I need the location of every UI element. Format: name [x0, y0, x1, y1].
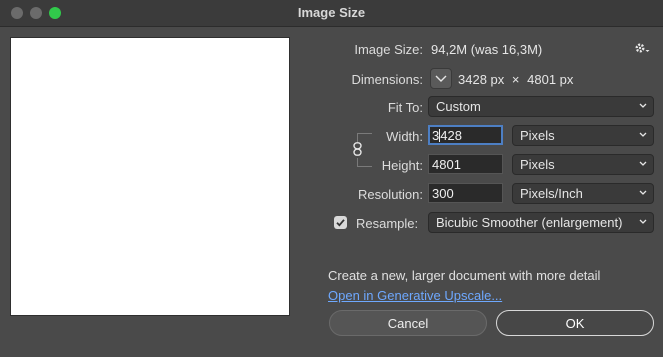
height-field[interactable]: 4801: [428, 154, 503, 174]
dimensions-toggle-button[interactable]: [430, 68, 452, 89]
fit-to-select[interactable]: Custom: [428, 96, 654, 117]
dimensions-width-value: 3428: [458, 72, 487, 87]
resample-method-select[interactable]: Bicubic Smoother (enlargement): [428, 212, 654, 233]
checkmark-icon: [336, 219, 345, 227]
image-size-value: 94,2M (was 16,3M): [431, 42, 543, 57]
title-bar: Image Size: [0, 0, 663, 27]
width-unit-select[interactable]: Pixels: [512, 125, 654, 146]
gear-icon[interactable]: [634, 41, 650, 55]
generative-upscale-link[interactable]: Open in Generative Upscale...: [328, 288, 502, 303]
link-chain-icon[interactable]: [352, 142, 363, 156]
chevron-down-icon: [638, 158, 648, 173]
dimensions-width-unit: px: [490, 72, 505, 87]
resolution-field[interactable]: 300: [428, 183, 503, 203]
fit-to-selected: Custom: [436, 99, 481, 114]
cancel-button[interactable]: Cancel: [329, 310, 487, 336]
upscale-info-text: Create a new, larger document with more …: [328, 268, 601, 283]
chevron-down-icon: [638, 187, 648, 202]
resolution-label: Resolution:: [357, 187, 423, 202]
image-size-label: Image Size:: [354, 42, 423, 57]
resolution-unit: Pixels/Inch: [520, 186, 583, 201]
resolution-unit-select[interactable]: Pixels/Inch: [512, 183, 654, 204]
chevron-down-icon: [435, 75, 447, 82]
dimensions-height-unit: px: [559, 72, 574, 87]
dimensions-height-value: 4801: [527, 72, 557, 87]
width-field[interactable]: 3428: [428, 125, 503, 145]
height-unit: Pixels: [520, 157, 555, 172]
chevron-down-icon: [638, 129, 648, 144]
width-unit: Pixels: [520, 128, 555, 143]
resample-checkbox[interactable]: [334, 216, 347, 229]
dimensions-label: Dimensions:: [351, 72, 423, 87]
resample-label: Resample:: [356, 216, 419, 231]
chevron-down-icon: [638, 216, 648, 231]
fit-to-label: Fit To:: [387, 100, 423, 115]
window-title: Image Size: [297, 5, 366, 20]
resample-method: Bicubic Smoother (enlargement): [436, 215, 623, 230]
width-value-part1: 3: [432, 128, 440, 143]
dimensions-times: ×: [511, 72, 520, 87]
ok-button[interactable]: OK: [496, 310, 654, 336]
height-label: Height:: [381, 158, 423, 173]
height-unit-select[interactable]: Pixels: [512, 154, 654, 175]
image-preview[interactable]: [10, 37, 290, 316]
chevron-down-icon: [638, 100, 648, 115]
width-value-part2: 428: [440, 128, 462, 143]
constrain-bracket-top: [357, 133, 372, 142]
dimensions-readout: 3428 px × 4801 px: [458, 72, 573, 87]
